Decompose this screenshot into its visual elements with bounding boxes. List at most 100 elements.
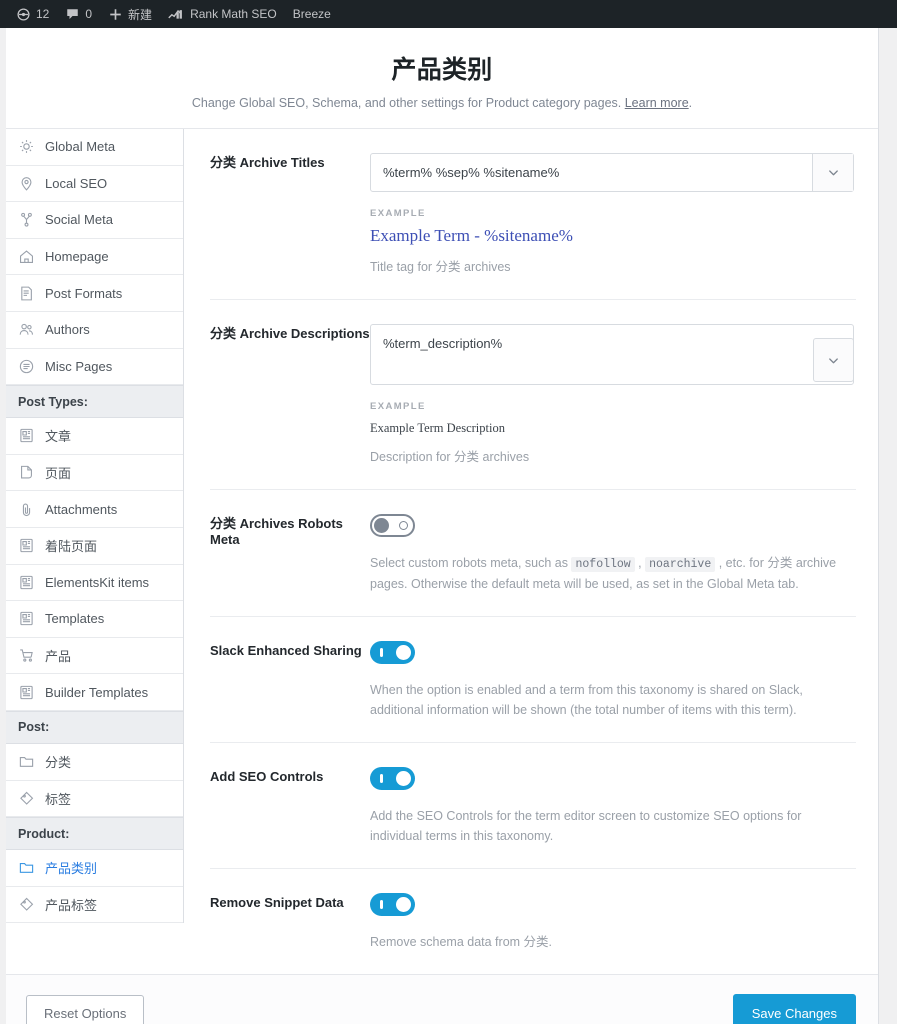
field-help-slack-enhanced-sharing: When the option is enabled and a term fr…: [370, 683, 803, 718]
page-body: Global Meta Local SEO Social Meta Homepage P…: [6, 129, 878, 975]
footer-zone: Reset Options Save Changes: [6, 974, 878, 1024]
page-title: 产品类别: [391, 56, 493, 84]
wp-admin-bar: 12 0 新建 Rank Math SEO Breeze: [0, 0, 897, 28]
tag-icon: [18, 896, 35, 913]
field-control-add-seo-controls: Add the SEO Controls for the term editor…: [370, 767, 856, 846]
sidebar-item-产品标签[interactable]: 产品标签: [6, 886, 183, 924]
adminbar-item-rank-math[interactable]: Rank Math SEO: [160, 0, 285, 28]
page-subtitle: Change Global SEO, Schema, and other set…: [6, 96, 878, 110]
toggle-knob: [396, 771, 411, 787]
toggle-bar: [380, 648, 383, 658]
sidebar-item-builder-templates[interactable]: Builder Templates: [6, 674, 183, 711]
textarea-value-archive-descriptions[interactable]: %term_description%: [371, 325, 853, 351]
adminbar-item-comments[interactable]: 0: [57, 0, 100, 28]
comment-icon: [65, 7, 80, 22]
sidebar-item-local-seo[interactable]: Local SEO: [6, 165, 183, 203]
field-control-remove-snippet-data: Remove schema data from 分类.: [370, 893, 856, 952]
sidebar-item-标签[interactable]: 标签: [6, 780, 183, 818]
sidebar-group-heading: Product:: [6, 817, 183, 851]
toggle-slack-enhanced-sharing[interactable]: [370, 641, 415, 665]
sidebar-item-label: Social Meta: [45, 212, 113, 228]
post-icon: [18, 427, 35, 444]
plus-icon: [108, 7, 123, 22]
sidebar-item-global-meta[interactable]: Global Meta: [6, 129, 183, 166]
field-help-remove-snippet-data: Remove schema data from 分类.: [370, 935, 553, 950]
sidebar-item-post-formats[interactable]: Post Formats: [6, 275, 183, 312]
updates-icon: [16, 7, 31, 22]
adminbar-item-new[interactable]: 新建: [100, 0, 160, 28]
sidebar-item-着陆页面[interactable]: 着陆页面: [6, 527, 183, 565]
chevron-down-icon[interactable]: [812, 154, 853, 191]
sidebar-item-templates[interactable]: Templates: [6, 601, 183, 638]
settings-fields: 分类 Archive Titles %term% %sep% %sitename%…: [184, 129, 878, 974]
sidebar-item-label: 着陆页面: [45, 539, 98, 555]
rank-math-label: Rank Math SEO: [190, 7, 277, 21]
sidebar-item-homepage[interactable]: Homepage: [6, 238, 183, 276]
field-row-archive-descriptions: 分类 Archive Descriptions %term_description…: [210, 300, 856, 490]
example-label-archive-descriptions: EXAMPLE: [370, 401, 426, 412]
post-icon: [18, 537, 35, 554]
rank-math-settings-page: 产品类别 Change Global SEO, Schema, and othe…: [6, 28, 879, 1024]
adminbar-item-breeze[interactable]: Breeze: [285, 0, 339, 28]
sidebar-item-产品类别[interactable]: 产品类别: [6, 850, 183, 887]
field-control-archive-descriptions: %term_description% EXAMPLE Example Term De…: [370, 324, 856, 467]
field-label-archives-robots-meta: 分类 Archives Robots Meta: [210, 516, 343, 548]
sidebar-item-misc-pages[interactable]: Misc Pages: [6, 348, 183, 386]
share-icon: [18, 211, 35, 228]
sidebar-item-label: Authors: [45, 322, 90, 338]
sidebar-item-分类[interactable]: 分类: [6, 743, 183, 781]
sidebar-item-页面[interactable]: 页面: [6, 454, 183, 492]
list-circle-icon: [18, 358, 35, 375]
field-row-archives-robots-meta: 分类 Archives Robots Meta Select custom rob…: [210, 490, 856, 618]
select-archive-titles[interactable]: %term% %sep% %sitename%: [370, 153, 854, 192]
save-changes-button[interactable]: Save Changes: [732, 994, 856, 1024]
sidebar-item-label: ElementsKit items: [45, 574, 150, 590]
example-value-archive-titles: Example Term - %sitename%: [370, 226, 573, 245]
field-control-slack-enhanced-sharing: When the option is enabled and a term fr…: [370, 641, 856, 720]
sidebar-item-authors[interactable]: Authors: [6, 311, 183, 349]
learn-more-link[interactable]: Learn more: [625, 96, 689, 110]
post-icon: [18, 610, 35, 627]
post-icon: [18, 574, 35, 591]
toggle-knob: [374, 518, 389, 533]
sidebar-item-social-meta[interactable]: Social Meta: [6, 202, 183, 239]
sidebar-group-heading: Post:: [6, 710, 183, 744]
comments-count: 0: [85, 7, 93, 21]
field-row-add-seo-controls: Add SEO Controls Add the SEO Controls for…: [210, 743, 856, 870]
field-label-add-seo-controls: Add SEO Controls: [210, 769, 324, 785]
chevron-down-icon[interactable]: [813, 338, 854, 382]
sidebar-item-elementskit-items[interactable]: ElementsKit items: [6, 564, 183, 602]
sidebar-item-attachments[interactable]: Attachments: [6, 491, 183, 528]
sidebar-item-label: Templates: [45, 611, 105, 627]
cart-icon: [18, 647, 35, 664]
field-row-archive-titles: 分类 Archive Titles %term% %sep% %sitename%…: [210, 129, 856, 300]
sidebar-item-label: Misc Pages: [45, 358, 113, 374]
sidebar-item-产品[interactable]: 产品: [6, 637, 183, 675]
users-icon: [18, 321, 35, 338]
sidebar-item-文章[interactable]: 文章: [6, 418, 183, 455]
toggle-archives-robots-meta[interactable]: [370, 514, 415, 537]
toggle-remove-snippet-data[interactable]: [370, 893, 415, 917]
page-wrap: 产品类别 Change Global SEO, Schema, and othe…: [0, 28, 897, 1024]
breeze-label: Breeze: [292, 7, 331, 21]
field-row-remove-snippet-data: Remove Snippet Data Remove schema data fr…: [210, 869, 856, 974]
field-row-slack-enhanced-sharing: Slack Enhanced Sharing When the option is…: [210, 617, 856, 744]
adminbar-item-updates[interactable]: 12: [8, 0, 57, 28]
field-help-archive-descriptions: Description for 分类 archives: [370, 450, 530, 464]
sidebar-item-label: Homepage: [45, 249, 109, 265]
post-icon: [18, 684, 35, 701]
select-value-archive-titles[interactable]: %term% %sep% %sitename%: [371, 154, 812, 191]
settings-main: 分类 Archive Titles %term% %sep% %sitename%…: [184, 129, 878, 975]
toggle-add-seo-controls[interactable]: [370, 767, 415, 791]
field-label-remove-snippet-data: Remove Snippet Data: [210, 895, 344, 911]
field-label-slack-enhanced-sharing: Slack Enhanced Sharing: [210, 643, 362, 659]
document-icon: [18, 285, 35, 302]
sidebar-item-label: Local SEO: [45, 175, 108, 191]
tag-icon: [18, 790, 35, 807]
rank-math-icon: [168, 7, 185, 21]
page-icon: [18, 464, 35, 481]
reset-options-button[interactable]: Reset Options: [26, 995, 145, 1024]
textarea-archive-descriptions[interactable]: %term_description%: [370, 324, 854, 385]
field-label-archive-titles: 分类 Archive Titles: [210, 155, 325, 170]
folder-icon: [18, 753, 35, 770]
